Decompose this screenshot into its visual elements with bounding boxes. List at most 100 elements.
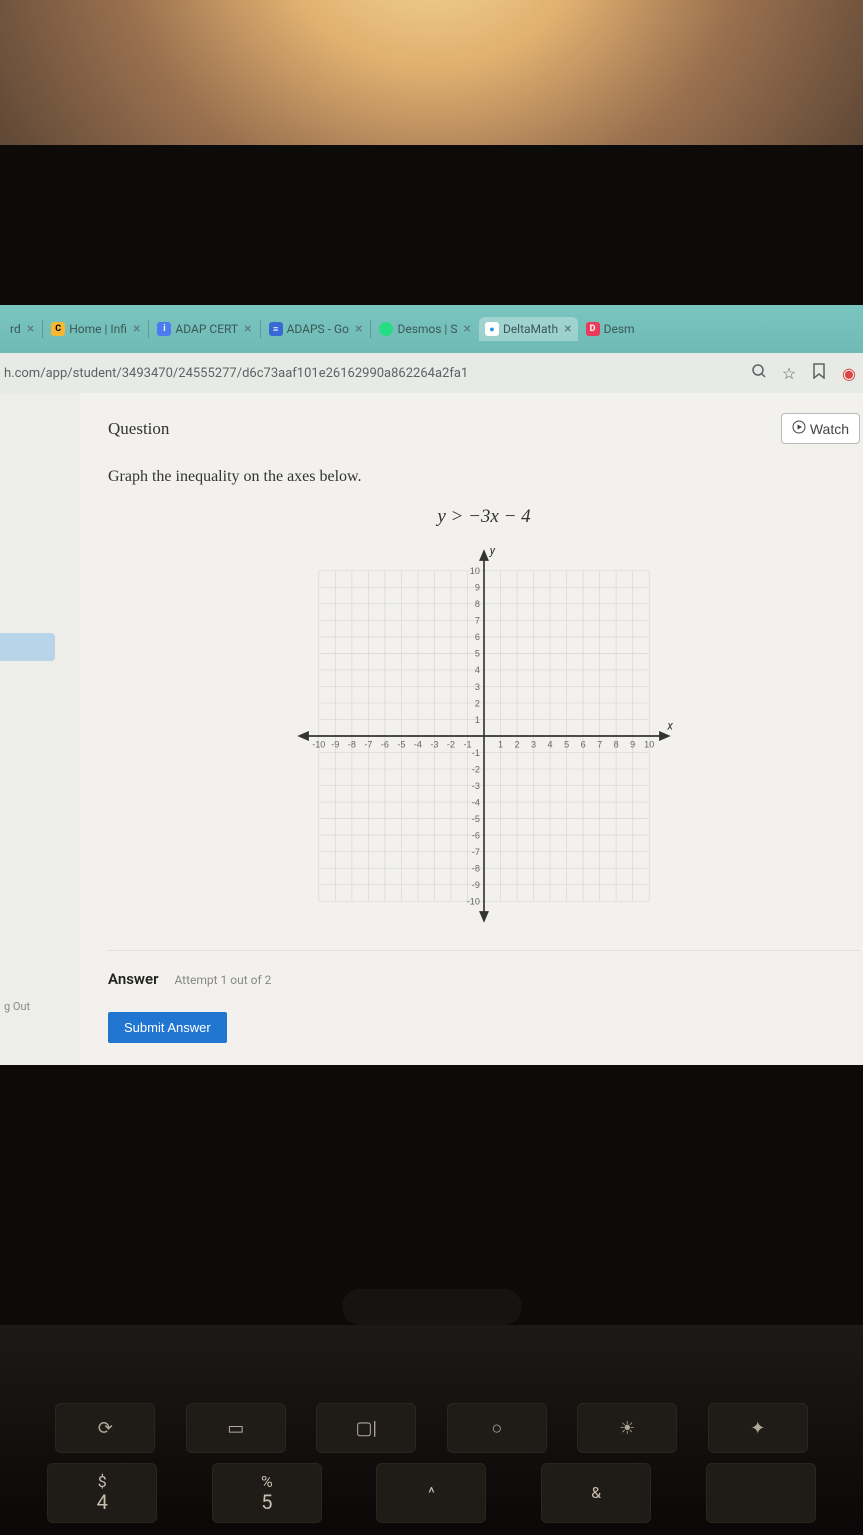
key-8[interactable] (706, 1463, 816, 1523)
svg-text:-10: -10 (467, 897, 480, 907)
extension-icon[interactable]: ◉ (838, 364, 860, 383)
svg-text:9: 9 (475, 583, 480, 593)
watch-video-button[interactable]: Watch (781, 413, 860, 444)
answer-label: Answer (108, 970, 158, 988)
svg-text:-4: -4 (472, 797, 480, 807)
sidebar-active-item[interactable] (0, 633, 55, 661)
svg-text:1: 1 (498, 740, 503, 750)
close-icon[interactable]: × (27, 321, 34, 337)
y-axis-label: y (489, 546, 496, 557)
fullscreen-key[interactable]: ▭ (186, 1403, 286, 1453)
coordinate-grid[interactable]: -10 -9 -8 -7 -6 -5 -4 -3 -2 -1 1 2 3 4 5 6 7 8 9 10 10 9 8 7 6… (294, 546, 674, 926)
svg-text:-1: -1 (463, 740, 471, 750)
svg-text:-3: -3 (430, 740, 438, 750)
svg-text:8: 8 (475, 599, 480, 609)
svg-text:-3: -3 (472, 781, 480, 791)
svg-text:-8: -8 (348, 740, 356, 750)
svg-text:10: 10 (470, 566, 480, 576)
svg-text:5: 5 (564, 740, 569, 750)
x-axis-label: x (666, 718, 673, 732)
svg-text:-10: -10 (312, 740, 325, 750)
submit-answer-button[interactable]: Submit Answer (108, 1012, 227, 1043)
question-prompt: Graph the inequality on the axes below. (108, 468, 860, 486)
refresh-key[interactable]: ⟳ (55, 1403, 155, 1453)
svg-text:4: 4 (548, 740, 553, 750)
key-5[interactable]: %5 (212, 1463, 322, 1523)
key-4[interactable]: $4 (47, 1463, 157, 1523)
address-bar[interactable]: h.com/app/student/3493470/24555277/d6c73… (0, 353, 863, 393)
play-icon (792, 420, 806, 437)
tab-adaps-go[interactable]: ≡ ADAPS - Go × (263, 317, 369, 341)
svg-text:-4: -4 (414, 740, 422, 750)
graph-container: -10 -9 -8 -7 -6 -5 -4 -3 -2 -1 1 2 3 4 5 6 7 8 9 10 10 9 8 7 6… (108, 546, 860, 926)
svg-text:-6: -6 (381, 740, 389, 750)
favicon-desmos-icon (379, 322, 393, 336)
key-7[interactable]: & (541, 1463, 651, 1523)
svg-text:-9: -9 (331, 740, 339, 750)
svg-text:-8: -8 (472, 863, 480, 873)
close-icon[interactable]: × (244, 321, 251, 337)
sidebar: g Out (0, 393, 80, 1065)
svg-text:-1: -1 (472, 748, 480, 758)
svg-text:-7: -7 (472, 847, 480, 857)
svg-text:6: 6 (581, 740, 586, 750)
svg-text:3: 3 (531, 740, 536, 750)
overview-key[interactable]: ▢| (316, 1403, 416, 1453)
number-key-row: $4 %5 ^ & (0, 1463, 863, 1523)
media-key-row: ⟳ ▭ ▢| ○ ☀ ✦ (0, 1403, 863, 1453)
bookmark-star-icon[interactable]: ☆ (778, 364, 800, 383)
screen: rd × C Home | Infi × i ADAP CERT × ≡ ADA… (0, 305, 863, 1065)
attempt-counter: Attempt 1 out of 2 (174, 973, 271, 987)
svg-text:-2: -2 (447, 740, 455, 750)
page-content: g Out Question Watch Graph the inequalit… (0, 393, 863, 1065)
question-heading: Question (108, 419, 169, 439)
tab-desmos[interactable]: Desmos | S × (373, 317, 476, 341)
svg-text:-5: -5 (397, 740, 405, 750)
brightness-up-key[interactable]: ☀ (577, 1403, 677, 1453)
favicon-list-icon: ≡ (269, 322, 283, 336)
favicon-info-icon: i (157, 322, 171, 336)
logout-link[interactable]: g Out (0, 996, 34, 1017)
keyboard: ⟳ ▭ ▢| ○ ☀ ✦ $4 %5 ^ & (0, 1325, 863, 1535)
favicon-deltamath-icon: ● (485, 322, 499, 336)
bookmark-icon[interactable] (808, 363, 830, 383)
favicon-d-icon: D (586, 322, 600, 336)
url-text: h.com/app/student/3493470/24555277/d6c73… (0, 366, 740, 381)
close-icon[interactable]: × (133, 321, 140, 337)
key-6[interactable]: ^ (376, 1463, 486, 1523)
zoom-icon[interactable] (748, 363, 770, 383)
svg-text:2: 2 (515, 740, 520, 750)
svg-text:4: 4 (475, 665, 480, 675)
tab-home[interactable]: C Home | Infi × (45, 317, 146, 341)
svg-text:7: 7 (475, 616, 480, 626)
svg-text:-5: -5 (472, 814, 480, 824)
svg-text:3: 3 (475, 682, 480, 692)
close-icon[interactable]: × (564, 321, 571, 337)
svg-text:-9: -9 (472, 880, 480, 890)
tab-adap-cert[interactable]: i ADAP CERT × (151, 317, 257, 341)
close-icon[interactable]: × (355, 321, 362, 337)
svg-text:9: 9 (630, 740, 635, 750)
browser-tab-strip: rd × C Home | Infi × i ADAP CERT × ≡ ADA… (0, 305, 863, 353)
close-icon[interactable]: × (463, 321, 470, 337)
tab-deltamath[interactable]: ● DeltaMath × (479, 317, 578, 341)
brightness-down-key[interactable]: ○ (447, 1403, 547, 1453)
svg-text:6: 6 (475, 632, 480, 642)
inequality-equation: y > −3x − 4 (108, 506, 860, 528)
svg-text:-6: -6 (472, 830, 480, 840)
tab-rd[interactable]: rd × (4, 317, 40, 341)
laptop-hinge (342, 1289, 522, 1325)
svg-text:2: 2 (475, 698, 480, 708)
svg-text:-7: -7 (364, 740, 372, 750)
svg-text:-2: -2 (472, 764, 480, 774)
svg-text:10: 10 (644, 740, 654, 750)
favicon-c-icon: C (51, 322, 65, 336)
main-panel: Question Watch Graph the inequality on t… (80, 393, 863, 1065)
svg-text:7: 7 (597, 740, 602, 750)
svg-text:5: 5 (475, 649, 480, 659)
tab-desm-partial[interactable]: D Desm (580, 318, 641, 340)
question-header: Question Watch (108, 413, 860, 444)
svg-text:8: 8 (614, 740, 619, 750)
sparkle-key[interactable]: ✦ (708, 1403, 808, 1453)
answer-section: Answer Attempt 1 out of 2 (108, 950, 860, 988)
